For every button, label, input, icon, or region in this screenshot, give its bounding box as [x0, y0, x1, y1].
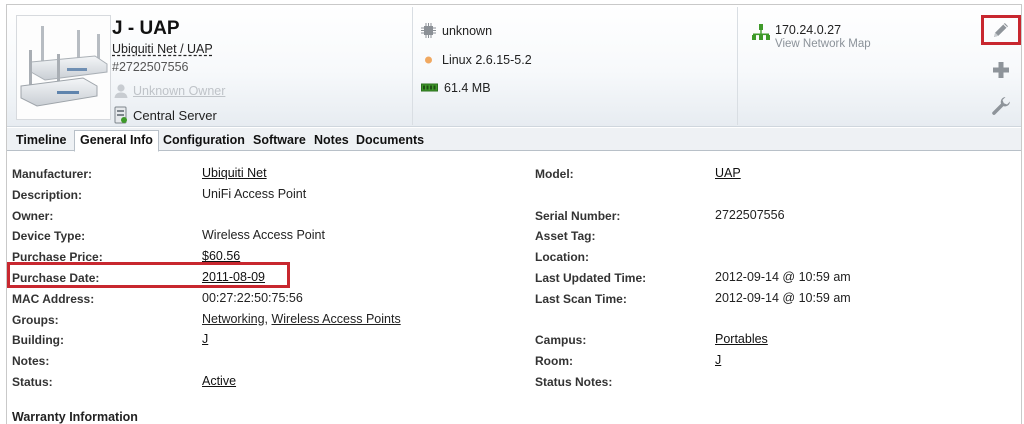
view-network-map-link[interactable]: View Network Map: [775, 38, 871, 50]
device-title: J - UAP: [112, 18, 180, 39]
left-label-purchase-price: Purchase Price:: [12, 250, 103, 265]
tab-documents[interactable]: Documents: [351, 132, 429, 151]
owner-link[interactable]: Unknown Owner: [133, 84, 225, 98]
router-image-icon: [20, 26, 108, 107]
left-value-mac-address: 00:27:22:50:75:56: [202, 290, 303, 305]
left-label-notes: Notes:: [12, 354, 50, 369]
tab-software[interactable]: Software: [248, 132, 311, 151]
header-divider: [412, 7, 413, 125]
network-icon: [752, 24, 770, 40]
device-serial-tag: #2722507556: [112, 60, 189, 74]
right-value-model[interactable]: UAP: [715, 166, 741, 180]
right-label-asset-tag: Asset Tag:: [535, 229, 596, 244]
right-label-room: Room:: [535, 354, 573, 369]
add-plus-icon: [993, 62, 1009, 78]
general-info-panel: Manufacturer: Ubiquiti Net Description: Uni…: [7, 153, 1021, 424]
os-row: Linux 2.6.15-5.2: [421, 52, 532, 67]
left-label-groups: Groups:: [12, 312, 59, 327]
right-label-campus: Campus:: [535, 333, 587, 348]
right-value-room[interactable]: J: [715, 353, 721, 367]
device-panel: J - UAP Ubiquiti Net / UAP #2722507556 U…: [6, 4, 1022, 424]
tab-notes[interactable]: Notes: [309, 132, 354, 151]
cpu-value: unknown: [442, 23, 493, 38]
server-row: Central Server: [113, 105, 217, 125]
edit-pencil-icon: [994, 23, 1008, 37]
cpu-row: unknown: [421, 23, 492, 38]
right-label-status-notes: Status Notes:: [535, 375, 613, 389]
edit-button[interactable]: [981, 15, 1021, 45]
server-name: Central Server: [133, 107, 217, 123]
header-divider: [737, 7, 738, 125]
left-value-purchase-price[interactable]: $60.56: [202, 249, 240, 263]
os-value: Linux 2.6.15-5.2: [442, 52, 532, 67]
left-value-purchase-date[interactable]: 2011-08-09: [202, 270, 265, 284]
tab-timeline[interactable]: Timeline: [11, 132, 71, 151]
group-link-wireless-access-points[interactable]: Wireless Access Points: [271, 312, 400, 326]
tab-configuration[interactable]: Configuration: [158, 132, 250, 151]
right-value-serial-number: 2722507556: [715, 207, 785, 222]
server-icon: [114, 106, 127, 124]
warranty-heading: Warranty Information: [12, 410, 138, 424]
right-label-location: Location:: [535, 250, 589, 265]
left-label-purchase-date: Purchase Date:: [12, 271, 100, 285]
left-label-status: Status:: [12, 375, 53, 389]
right-label-serial-number: Serial Number:: [535, 208, 621, 223]
left-value-status[interactable]: Active: [202, 374, 236, 388]
memory-module-icon: [421, 83, 438, 92]
left-value-device-type: Wireless Access Point: [202, 228, 325, 243]
right-label-last-scan-time: Last Scan Time:: [535, 291, 627, 306]
right-label-model: Model:: [535, 167, 574, 181]
left-label-manufacturer: Manufacturer:: [12, 167, 93, 181]
left-label-description: Description:: [12, 187, 83, 202]
cpu-chip-icon: [421, 23, 436, 38]
right-label-last-updated-time: Last Updated Time:: [535, 271, 647, 285]
left-value-building[interactable]: J: [202, 332, 208, 346]
device-header: J - UAP Ubiquiti Net / UAP #2722507556 U…: [7, 5, 1021, 127]
memory-row: 61.4 MB: [421, 81, 491, 95]
add-button[interactable]: [981, 55, 1021, 85]
left-label-building: Building:: [12, 333, 64, 348]
wrench-icon: [992, 97, 1010, 115]
left-value-groups: Networking, Wireless Access Points: [202, 312, 401, 326]
group-link-networking[interactable]: Networking: [202, 312, 265, 326]
tab-bar: Timeline General Info Configuration Soft…: [7, 128, 1021, 152]
user-icon: [114, 84, 128, 98]
tab-general-info[interactable]: General Info: [74, 130, 159, 152]
ip-address: 170.24.0.27: [775, 23, 842, 37]
vendor-model-link[interactable]: Ubiquiti Net / UAP: [112, 42, 213, 56]
owner-row: Unknown Owner: [113, 82, 225, 100]
memory-value: 61.4 MB: [444, 81, 491, 95]
left-label-device-type: Device Type:: [12, 229, 86, 244]
left-label-owner: Owner:: [12, 208, 54, 223]
left-value-manufacturer[interactable]: Ubiquiti Net: [202, 166, 267, 180]
device-thumbnail: [16, 15, 111, 120]
right-value-campus[interactable]: Portables: [715, 332, 768, 346]
os-dot-icon: [425, 56, 432, 64]
right-value-last-scan-time: 2012-09-14 @ 10:59 am: [715, 290, 851, 305]
left-value-description: UniFi Access Point: [202, 186, 307, 201]
settings-button[interactable]: [981, 91, 1021, 121]
left-label-mac-address: MAC Address:: [12, 291, 95, 306]
right-value-last-updated-time: 2012-09-14 @ 10:59 am: [715, 270, 851, 284]
